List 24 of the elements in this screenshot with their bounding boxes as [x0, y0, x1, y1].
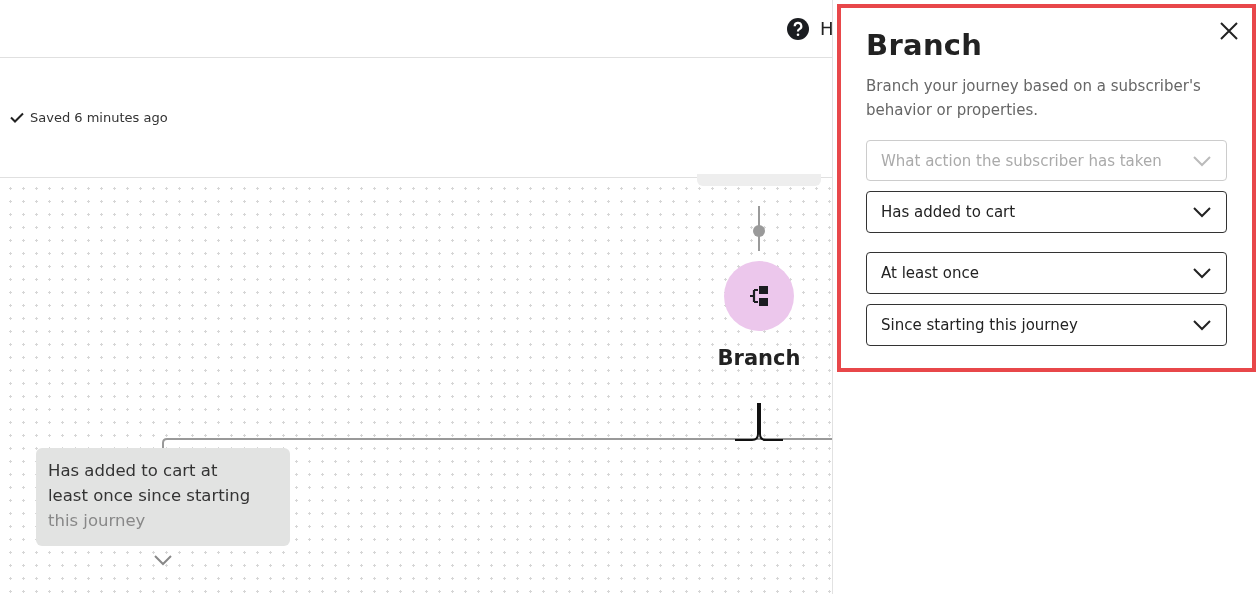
- chevron-down-icon: [1192, 154, 1212, 167]
- chevron-down-icon[interactable]: [153, 554, 173, 566]
- card-text: least once since starting: [48, 485, 252, 507]
- help-link[interactable]: H: [820, 18, 832, 39]
- help-icon[interactable]: [786, 16, 810, 41]
- panel-title: Branch: [866, 28, 984, 62]
- chevron-down-icon: [1192, 267, 1212, 279]
- dropdown-field[interactable]: At least once: [866, 252, 1227, 294]
- branch-node[interactable]: [724, 261, 794, 331]
- card-text: this journey: [48, 510, 147, 532]
- panel-description: Branch your journey based on a subscriber's behavior or properties.: [866, 76, 1202, 121]
- dropdown-field[interactable]: Since starting this journey: [866, 304, 1227, 346]
- connector-line: [753, 205, 765, 252]
- card-text: Has added to cart at: [48, 460, 219, 482]
- close-icon: [1220, 22, 1238, 40]
- chevron-down-icon: [1192, 319, 1212, 331]
- node-card[interactable]: [697, 174, 821, 186]
- branch-card[interactable]: Has added to cart at least once since starting this journey: [36, 448, 290, 546]
- dropdown-field[interactable]: Has added to cart: [866, 191, 1227, 233]
- branch-icon: [747, 284, 771, 308]
- chevron-down-icon: [1192, 206, 1212, 218]
- check-icon: [10, 112, 24, 123]
- save-status: Saved 6 minutes ago: [30, 110, 168, 125]
- node-label: Branch: [716, 346, 802, 370]
